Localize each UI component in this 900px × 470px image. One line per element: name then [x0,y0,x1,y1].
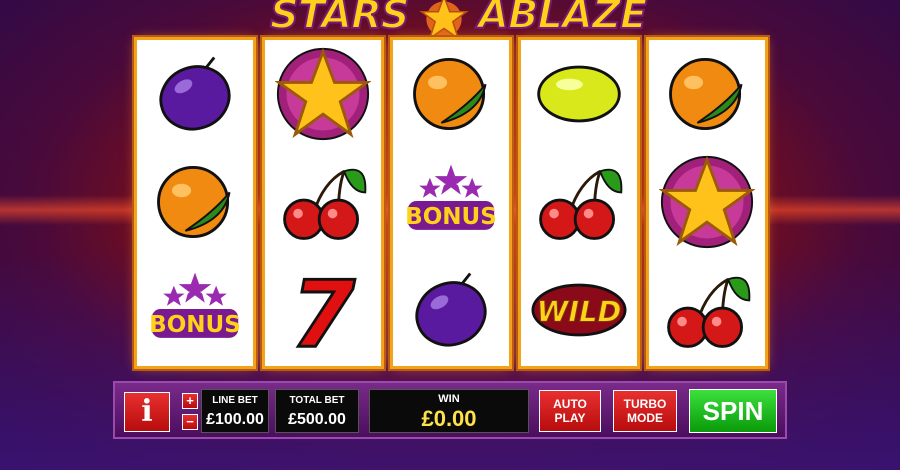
lemon-icon [537,65,621,123]
reel-2-symbol-1 [265,40,381,148]
win-panel: WIN £0.00 [369,389,529,433]
reel-5-symbol-2 [649,148,765,256]
reel-3-symbol-3 [393,256,509,364]
logo-star-icon [419,0,469,41]
reel-5-symbol-1 [649,40,765,148]
reel-1-symbol-2 [137,148,253,256]
reel-2-symbol-2 [265,148,381,256]
plum-icon [159,56,231,131]
info-button[interactable]: i [124,392,170,432]
svg-text:BONUS: BONUS [405,204,497,230]
reel-1-symbol-1 [137,40,253,148]
wild-icon: WILD [531,283,627,337]
cherry-icon [283,168,367,240]
star-icon [275,47,371,141]
auto-play-label-line2: PLAY [554,411,586,425]
reel-4-symbol-2 [521,148,637,256]
turbo-mode-label-line2: MODE [627,411,663,425]
total-bet-panel: TOTAL BET £500.00 [275,389,359,433]
orange-icon [669,58,743,130]
star-icon [659,155,755,249]
reel-4: WILD [521,40,637,366]
bonus-icon: BONUS [405,158,497,232]
total-bet-label: TOTAL BET [289,395,345,406]
seven-icon: 7 [289,262,356,358]
auto-play-button[interactable]: AUTO PLAY [539,390,601,432]
spin-button[interactable]: SPIN [689,389,777,433]
reel-5 [649,40,765,366]
line-bet-increase-button[interactable]: + [182,393,198,409]
cherry-icon [667,276,751,348]
line-bet-label: LINE BET [212,395,258,406]
reel-5-symbol-3 [649,256,765,364]
reel-3-symbol-2: BONUS [393,148,509,256]
logo-word-stars: STARS [269,0,411,39]
bonus-icon: BONUS [149,266,241,340]
orange-icon [157,166,231,238]
reel-1: BONUS [137,40,253,366]
reel-1-symbol-3: BONUS [137,256,253,364]
turbo-mode-button[interactable]: TURBO MODE [613,390,677,432]
svg-text:BONUS: BONUS [149,312,241,338]
line-bet-value: £100.00 [206,411,264,428]
game-logo: STARS ABLAZE [260,0,650,41]
line-bet-panel: LINE BET £100.00 [201,389,269,433]
win-label: WIN [438,393,460,405]
reel-4-symbol-3: WILD [521,256,637,364]
win-value: £0.00 [421,406,477,431]
reel-2-symbol-3: 7 [265,256,381,364]
control-bar: i + − LINE BET £100.00 TOTAL BET £500.00… [113,381,787,439]
cherry-icon [539,168,623,240]
reel-2: 7 [265,40,381,366]
auto-play-label-line1: AUTO [553,397,587,411]
total-bet-value: £500.00 [288,411,346,428]
reel-3: BONUS [393,40,509,366]
svg-text:7: 7 [291,262,355,358]
orange-icon [413,58,487,130]
reel-3-symbol-1 [393,40,509,148]
plum-icon [415,272,487,347]
line-bet-decrease-button[interactable]: − [182,414,198,430]
logo-word-ablaze: ABLAZE [477,0,648,39]
reel-4-symbol-1 [521,40,637,148]
svg-text:WILD: WILD [537,295,622,329]
turbo-mode-label-line1: TURBO [623,397,667,411]
